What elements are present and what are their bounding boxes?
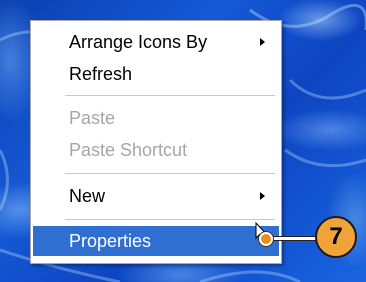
menu-item-properties[interactable]: Properties bbox=[33, 226, 279, 256]
menu-item-paste-shortcut[interactable]: Paste Shortcut bbox=[33, 135, 279, 165]
menu-item-label: New bbox=[69, 186, 106, 206]
menu-item-label: Paste bbox=[69, 108, 116, 128]
menu-item-label: Properties bbox=[69, 231, 152, 251]
submenu-arrow-icon bbox=[260, 38, 265, 46]
menu-separator bbox=[65, 219, 275, 220]
menu-item-label: Paste Shortcut bbox=[69, 140, 188, 160]
submenu-arrow-icon bbox=[260, 192, 265, 200]
menu-item-new[interactable]: New bbox=[33, 181, 279, 211]
menu-item-label: Refresh bbox=[69, 64, 133, 84]
menu-item-label: Arrange Icons By bbox=[69, 32, 208, 52]
menu-item-paste[interactable]: Paste bbox=[33, 103, 279, 133]
menu-item-arrange-icons-by[interactable]: Arrange Icons By bbox=[33, 27, 279, 57]
menu-item-refresh[interactable]: Refresh bbox=[33, 59, 279, 89]
menu-separator bbox=[65, 173, 275, 174]
menu-separator bbox=[65, 95, 275, 96]
callout-anchor-dot bbox=[259, 232, 273, 246]
desktop-context-menu: Arrange Icons By Refresh Paste Paste Sho… bbox=[30, 20, 282, 264]
callout-number-badge: 7 bbox=[315, 216, 357, 258]
